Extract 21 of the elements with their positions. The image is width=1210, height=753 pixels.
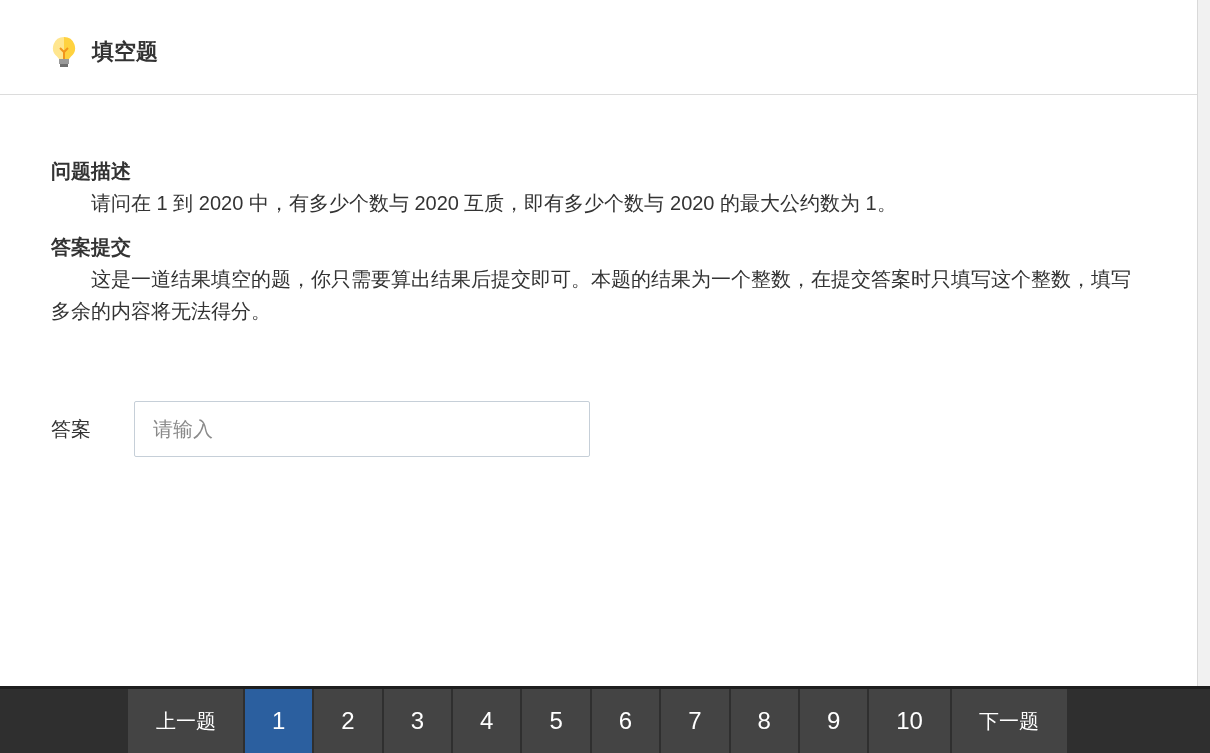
page-button[interactable]: 10	[869, 689, 950, 753]
question-type-title: 填空题	[92, 38, 158, 66]
lightbulb-icon	[52, 36, 76, 68]
scrollbar-track[interactable]	[1197, 0, 1210, 686]
answer-label: 答案	[51, 416, 92, 442]
previous-button[interactable]: 上一题	[128, 689, 243, 753]
section-paragraph: 请问在 1 到 2020 中，有多少个数与 2020 互质，即有多少个数与 2020 的最大公约数为 1。	[90, 191, 898, 216]
section-heading: 答案提交	[51, 235, 132, 260]
next-button[interactable]: 下一题	[951, 689, 1067, 753]
page-button[interactable]: 4	[453, 689, 521, 753]
page-button[interactable]: 3	[383, 689, 452, 753]
page-button[interactable]: 7	[661, 689, 729, 753]
page-button[interactable]: 8	[730, 689, 798, 753]
page-button[interactable]: 2	[314, 689, 382, 753]
page-button[interactable]: 5	[522, 689, 590, 753]
answer-field[interactable]: 请输入	[134, 401, 590, 457]
page-button[interactable]: 1	[245, 689, 313, 753]
section-paragraph: 这是一道结果填空的题，你只需要算出结果后提交即可。本题的结果为一个整数，在提交答案时只填写这个整数，填写多余的内容将无法得分。	[51, 267, 1132, 324]
page-button[interactable]: 6	[591, 689, 660, 753]
page-button[interactable]: 9	[799, 689, 868, 753]
section-heading: 问题描述	[51, 159, 132, 184]
